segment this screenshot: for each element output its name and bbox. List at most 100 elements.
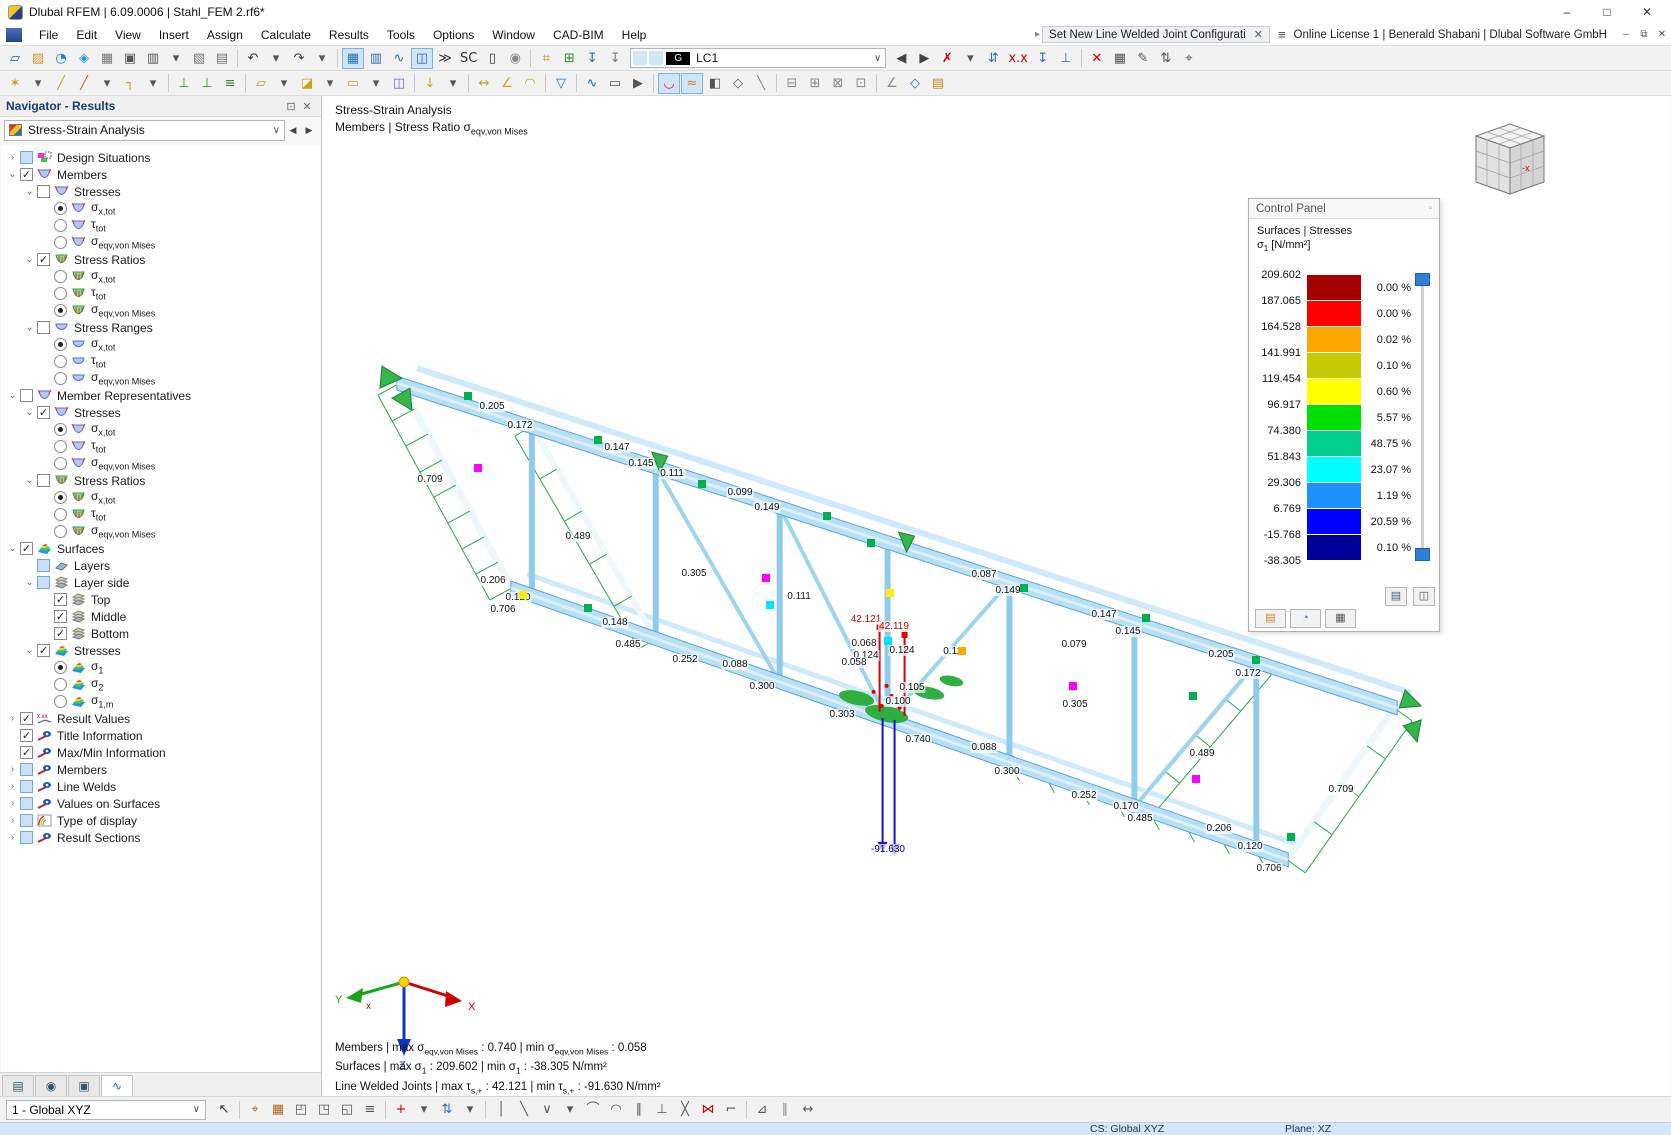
color-scale-tab[interactable]: ▤ <box>1255 609 1286 628</box>
tree-checkbox[interactable] <box>37 559 50 572</box>
tree-radio[interactable] <box>54 508 67 521</box>
frame-view-button[interactable]: ▭ <box>604 73 626 94</box>
tree-item-x-tot[interactable]: σx,tot <box>1 421 320 438</box>
tree-expander-icon[interactable]: › <box>5 798 20 809</box>
measure-distance-button[interactable]: ↔ <box>797 1099 819 1120</box>
model-display-button[interactable]: ◈ <box>73 48 95 69</box>
menu-window[interactable]: Window <box>483 26 544 44</box>
tree-checkbox[interactable] <box>20 389 33 402</box>
opening-menu-button[interactable]: ▾ <box>365 73 387 94</box>
notification-tab[interactable]: Set New Line Welded Joint Configurati ✕ <box>1042 26 1270 43</box>
undo-menu-button[interactable]: ▾ <box>265 48 287 69</box>
animation-button[interactable]: ▶ <box>627 73 649 94</box>
new-polyline-button[interactable]: ┐ <box>119 73 141 94</box>
tree-item-stresses[interactable]: ⌄ Stresses <box>1 183 320 200</box>
diagrams-button[interactable]: ∿ <box>388 48 410 69</box>
show-loads-button[interactable]: ↧ <box>1032 48 1054 69</box>
tree-item-members[interactable]: ⌄ ✓ Members <box>1 166 320 183</box>
tree-radio[interactable] <box>54 202 67 215</box>
selection-grid-button[interactable]: ▦ <box>1109 48 1131 69</box>
panel-extremes-button[interactable]: ◫ <box>1413 587 1435 606</box>
dimension-arc-button[interactable]: ◠ <box>519 73 541 94</box>
tree-expander-icon[interactable]: › <box>5 832 20 843</box>
result-values-button[interactable]: x.x <box>1005 48 1031 69</box>
new-solid-button[interactable]: ◪ <box>296 73 318 94</box>
show-tables-button[interactable]: ▦ <box>342 47 364 69</box>
tree-checkbox[interactable] <box>37 185 50 198</box>
tree-item-eqv-von-mises[interactable]: σeqv,von Mises <box>1 455 320 472</box>
clip-plane-z-button[interactable]: ⊠ <box>827 73 849 94</box>
tree-checkbox[interactable]: ✓ <box>54 627 67 640</box>
curve-tool-button[interactable]: ◠ <box>605 1099 627 1120</box>
work-plane-xy-button[interactable]: ◰ <box>290 1099 312 1120</box>
tree-checkbox[interactable] <box>20 763 33 776</box>
tree-expander-icon[interactable]: › <box>5 781 20 792</box>
tree-item-eqv-von-mises[interactable]: σeqv,von Mises <box>1 234 320 251</box>
perpendicular-tool-button[interactable]: ⊥ <box>651 1099 673 1120</box>
tree-radio[interactable] <box>54 355 67 368</box>
tree-expander-icon[interactable]: ⌄ <box>22 577 37 588</box>
polyline-menu-button[interactable]: ▾ <box>142 73 164 94</box>
tree-expander-icon[interactable]: › <box>5 764 20 775</box>
menu-file[interactable]: File <box>30 26 67 44</box>
tree-expander-icon[interactable]: › <box>5 152 20 163</box>
sort-tools-button[interactable]: ⇅ <box>1155 48 1177 69</box>
tree-item-surfaces[interactable]: ⌄ ✓ Surfaces <box>1 540 320 557</box>
tree-item-max-min-information[interactable]: ✓ Max/Min Information <box>1 744 320 761</box>
tree-radio[interactable] <box>54 372 67 385</box>
tree-item-layers[interactable]: Layers <box>1 557 320 574</box>
tree-item-member-representatives[interactable]: ⌄ Member Representatives <box>1 387 320 404</box>
save-template-button[interactable]: ▦ <box>96 48 118 69</box>
tree-radio[interactable] <box>54 236 67 249</box>
insert-imperfection-button[interactable]: ↧ <box>604 48 626 69</box>
new-opening-button[interactable]: ▭ <box>342 73 364 94</box>
navigator-tab-results[interactable]: ∿ <box>101 1075 133 1096</box>
tree-checkbox[interactable] <box>20 151 33 164</box>
snap-settings-button[interactable]: ⌖ <box>244 1099 266 1120</box>
dlubal-center-button[interactable]: ◔ <box>50 48 72 69</box>
tree-item-2[interactable]: σ2 <box>1 676 320 693</box>
clip-plane-y-button[interactable]: ⊞ <box>804 73 826 94</box>
previous-load-case-button[interactable]: ◀ <box>890 48 912 69</box>
tree-item-tot[interactable]: τtot <box>1 438 320 455</box>
tree-checkbox[interactable]: ✓ <box>20 542 33 555</box>
tree-item-stresses[interactable]: ⌄ ✓ Stresses <box>1 642 320 659</box>
tree-checkbox[interactable]: ✓ <box>37 406 50 419</box>
step-increment-button[interactable]: ⇅ <box>436 1099 458 1120</box>
tree-expander-icon[interactable]: ⌄ <box>5 543 20 554</box>
new-member-button[interactable]: ╱ <box>73 73 95 94</box>
tree-expander-icon[interactable]: ⌄ <box>5 390 20 401</box>
solid-menu-button[interactable]: ▾ <box>319 73 341 94</box>
tree-item-eqv-von-mises[interactable]: σeqv,von Mises <box>1 302 320 319</box>
tree-item-x-tot[interactable]: σx,tot <box>1 268 320 285</box>
surface-menu-button[interactable]: ▾ <box>273 73 295 94</box>
print-button[interactable]: ▥ <box>142 48 164 69</box>
tree-item-members[interactable]: › Members <box>1 761 320 778</box>
tree-expander-icon[interactable]: ⌄ <box>5 169 20 180</box>
work-plane-xz-button[interactable]: ◳ <box>313 1099 335 1120</box>
tree-item-result-sections[interactable]: › Result Sections <box>1 829 320 846</box>
next-load-case-button[interactable]: ▶ <box>913 48 935 69</box>
grid-settings-button[interactable]: ▦ <box>267 1099 289 1120</box>
tree-item-eqv-von-mises[interactable]: σeqv,von Mises <box>1 370 320 387</box>
tree-item-1[interactable]: σ1 <box>1 659 320 676</box>
view-selector[interactable]: 1 - Global XYZ ∨ <box>6 1099 206 1120</box>
tree-item-title-information[interactable]: ✓ Title Information <box>1 727 320 744</box>
notification-expand-icon[interactable]: ▸ <box>1035 29 1040 40</box>
tree-expander-icon[interactable]: › <box>5 713 20 724</box>
float-panel-icon[interactable]: ⊡ <box>283 100 299 113</box>
tree-checkbox[interactable]: ✓ <box>20 746 33 759</box>
tree-checkbox[interactable]: ✓ <box>20 729 33 742</box>
show-deformation-button[interactable]: ◡ <box>658 72 680 94</box>
load-menu-button[interactable]: ▾ <box>442 73 464 94</box>
new-block-button[interactable]: ◫ <box>388 73 410 94</box>
panel-close-icon[interactable]: ✕ <box>299 100 315 113</box>
mdi-restore-icon[interactable]: ⧉ <box>1635 29 1653 40</box>
tree-item-eqv-von-mises[interactable]: σeqv,von Mises <box>1 523 320 540</box>
insert-object-button[interactable]: ⊞ <box>558 48 580 69</box>
node-snap-tool-button[interactable]: ⋈ <box>697 1099 719 1120</box>
tree-radio[interactable] <box>54 457 67 470</box>
menu-edit[interactable]: Edit <box>67 26 106 44</box>
tree-expander-icon[interactable]: ⌄ <box>22 186 37 197</box>
show-surface-results-button[interactable]: ≈ <box>681 72 703 94</box>
